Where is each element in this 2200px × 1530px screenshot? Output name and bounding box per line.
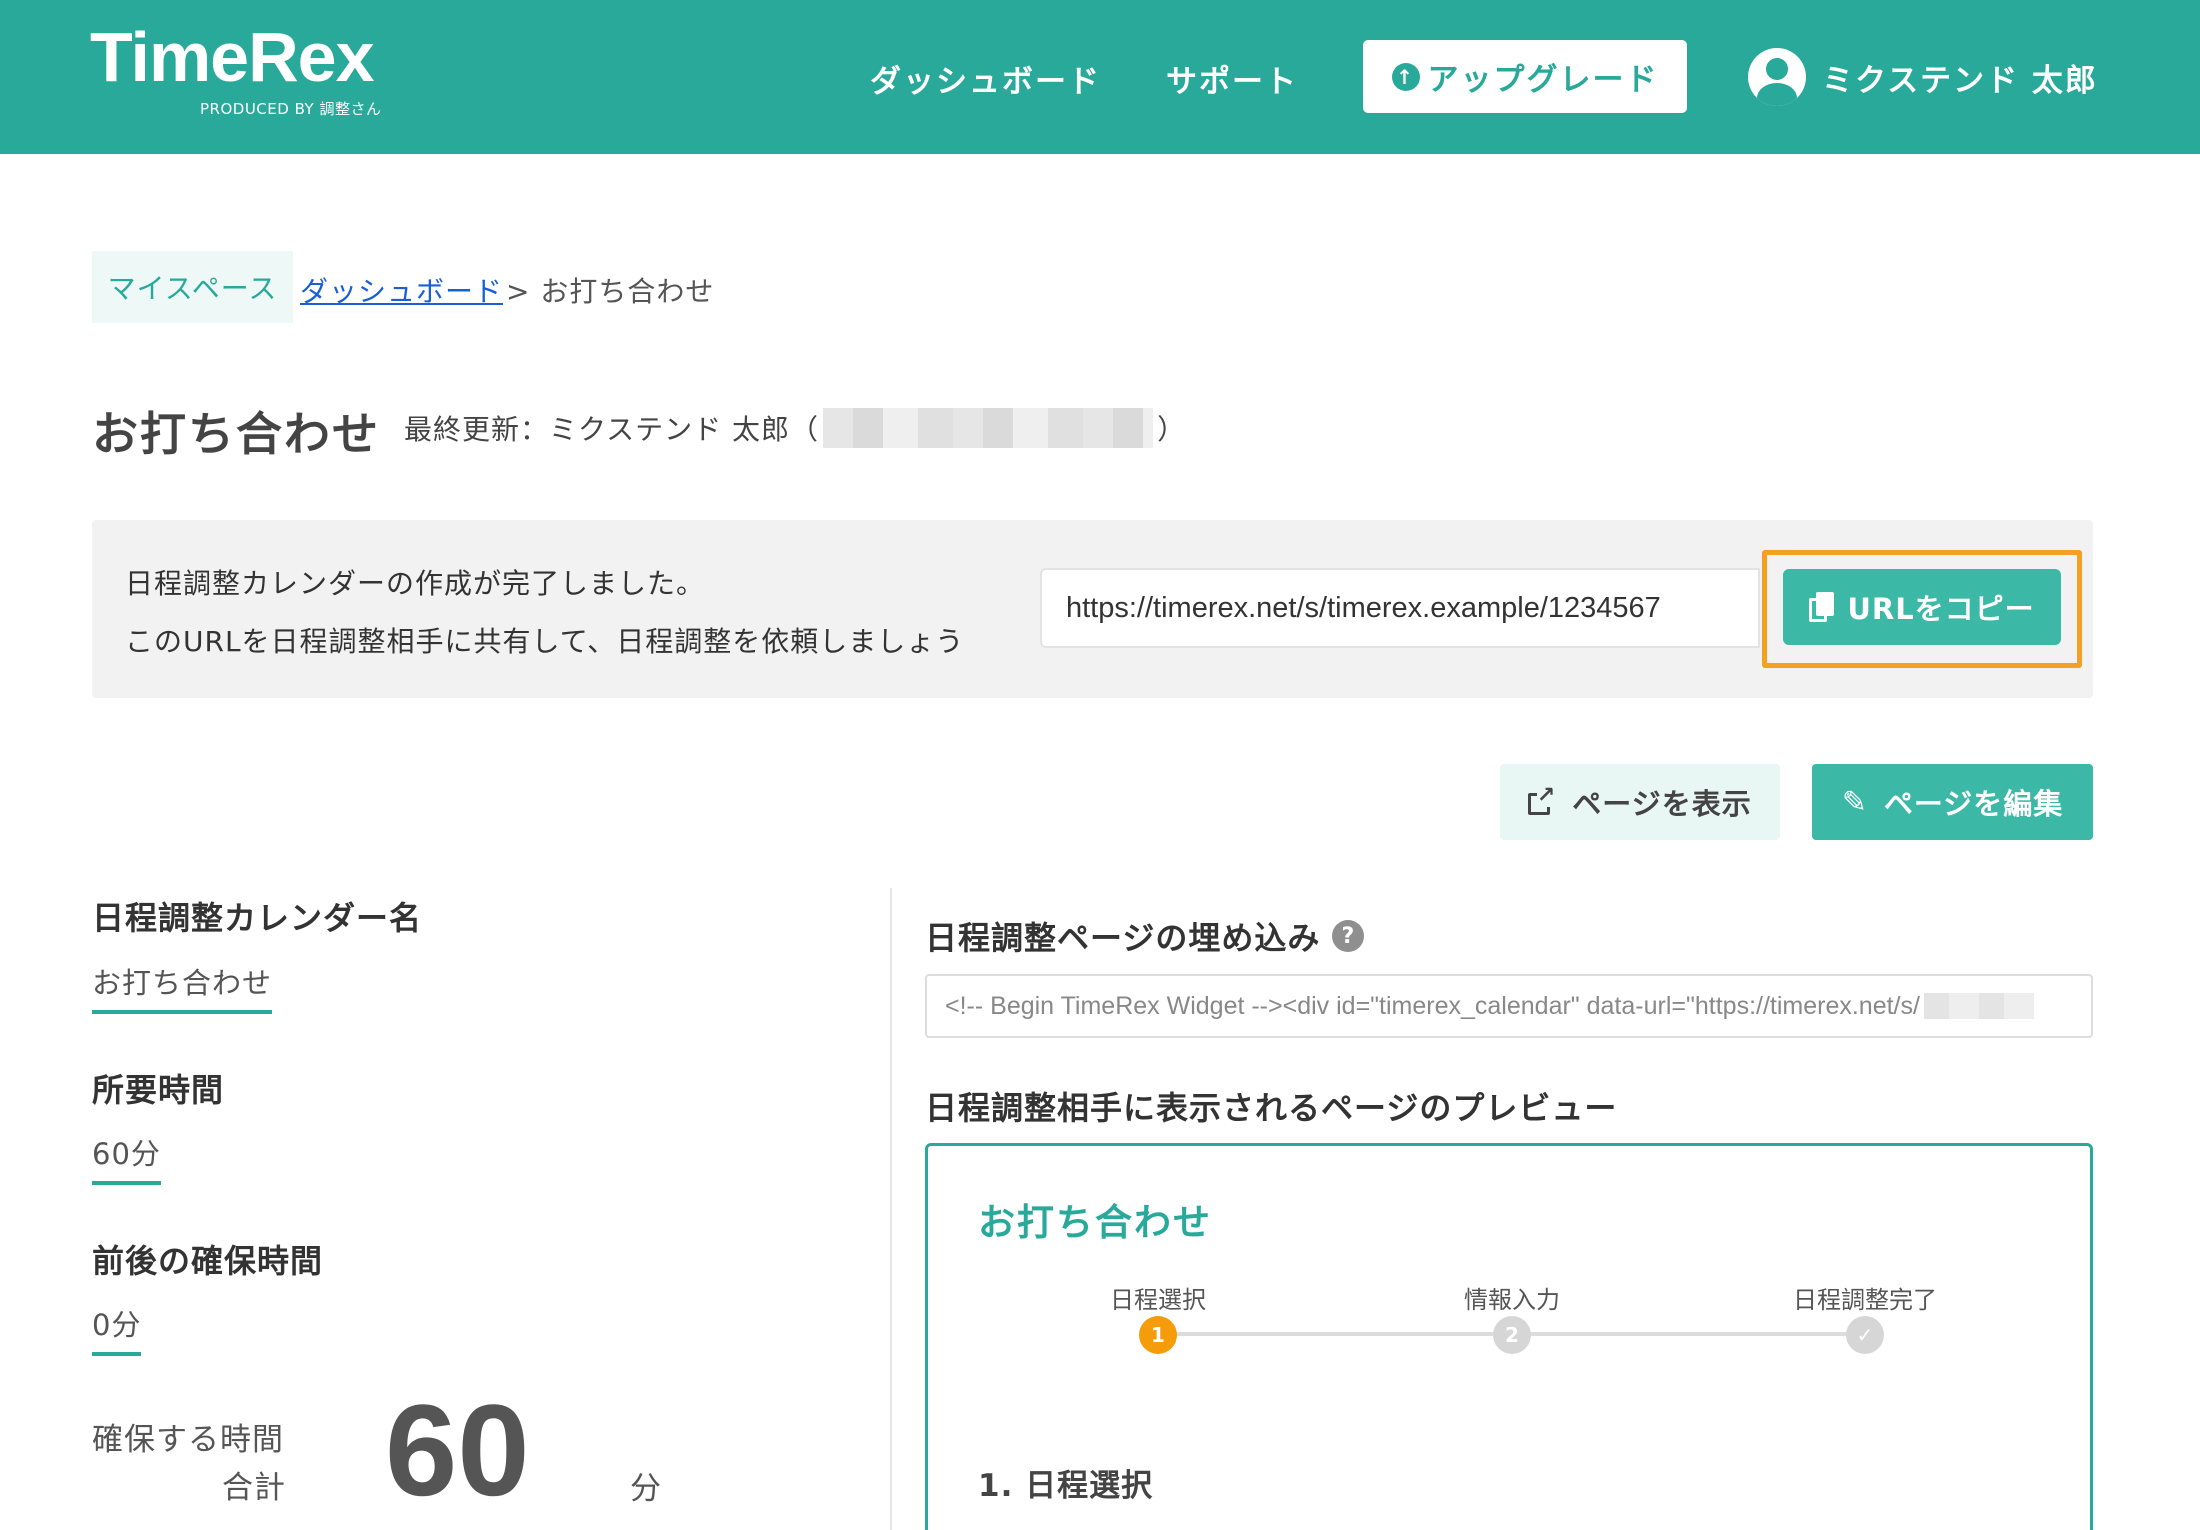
duration-value: 60分 <box>92 1131 161 1185</box>
notice-line-2: このURLを日程調整相手に共有して、日程調整を依頼しましょう <box>125 625 965 658</box>
embed-code-field[interactable]: <!-- Begin TimeRex Widget --><div id="ti… <box>925 974 2093 1038</box>
nav-support[interactable]: サポート <box>1166 56 1298 101</box>
preview-heading: 日程調整相手に表示されるページのプレビュー <box>925 1089 1618 1127</box>
user-name: ミクステンド 太郎 <box>1822 62 2098 99</box>
copy-url-label: URLをコピー <box>1847 592 2035 626</box>
embed-code-text: <!-- Begin TimeRex Widget --><div id="ti… <box>945 991 1920 1020</box>
calendar-name-label: 日程調整カレンダー名 <box>92 899 423 937</box>
user-menu[interactable]: ミクステンド 太郎 <box>1748 48 2098 106</box>
arrow-up-circle-icon: ↑ <box>1391 62 1420 91</box>
last-updated: 最終更新：ミクステンド 太郎（ ） <box>404 408 1186 448</box>
logo-text: TimeRex <box>90 18 375 96</box>
pencil-icon: ✎ <box>1841 784 1868 820</box>
buffer-label: 前後の確保時間 <box>92 1242 324 1280</box>
copy-button-highlight: URLをコピー <box>1762 550 2082 668</box>
duration-label: 所要時間 <box>92 1071 225 1109</box>
notice-line-1: 日程調整カレンダーの作成が完了しました。 <box>125 567 706 600</box>
redacted-timestamp <box>823 408 1154 448</box>
total-sum-label: 合計 <box>222 1470 286 1506</box>
redacted-embed-id <box>1923 993 2034 1019</box>
last-updated-suffix: ） <box>1157 413 1187 446</box>
page-title: お打ち合わせ <box>92 407 380 461</box>
copy-url-button[interactable]: URLをコピー <box>1783 569 2061 645</box>
step-label-2: 情報入力 <box>1464 1286 1560 1314</box>
help-icon[interactable]: ? <box>1332 920 1365 952</box>
step-marker-1: 1 <box>1139 1316 1177 1354</box>
top-header: TimeRex PRODUCED BY 調整さん ダッシュボード サポート ↑ … <box>0 0 2200 154</box>
upgrade-label: アップグレード <box>1427 62 1659 98</box>
view-page-button[interactable]: ↗ ページを表示 <box>1500 764 1780 840</box>
step-label-1: 日程選択 <box>1110 1286 1206 1314</box>
preview-title: お打ち合わせ <box>978 1201 1212 1244</box>
logo-subtitle: PRODUCED BY 調整さん <box>200 100 382 118</box>
preview-panel: お打ち合わせ 日程選択 情報入力 日程調整完了 1 2 ✓ 1. 日程選択 <box>925 1143 2093 1530</box>
nav-dashboard[interactable]: ダッシュボード <box>870 56 1101 101</box>
external-link-icon: ↗ <box>1528 785 1557 815</box>
step-marker-2: 2 <box>1493 1316 1531 1354</box>
breadcrumb-current: > お打ち合わせ <box>506 275 715 308</box>
buffer-value: 0分 <box>92 1302 142 1356</box>
total-time-label: 確保する時間 <box>92 1422 284 1458</box>
breadcrumb-dashboard-link[interactable]: ダッシュボード <box>300 270 503 310</box>
edit-page-label: ページを編集 <box>1883 787 2064 821</box>
share-url-panel: 日程調整カレンダーの作成が完了しました。 このURLを日程調整相手に共有して、日… <box>92 520 2093 698</box>
step-label-3: 日程調整完了 <box>1793 1286 1937 1314</box>
upgrade-button[interactable]: ↑ アップグレード <box>1363 40 1687 113</box>
avatar-icon <box>1748 48 1806 106</box>
total-time-unit: 分 <box>630 1471 661 1507</box>
column-divider <box>890 888 892 1530</box>
breadcrumb-myspace[interactable]: マイスペース <box>92 251 293 323</box>
total-time-value: 60 <box>385 1377 530 1523</box>
view-page-label: ページを表示 <box>1572 787 1752 821</box>
calendar-name-value: お打ち合わせ <box>92 960 273 1014</box>
embed-title-text: 日程調整ページの埋め込み <box>925 919 1321 957</box>
step-check-icon: ✓ <box>1846 1316 1884 1354</box>
preview-section-title: 1. 日程選択 <box>978 1468 1154 1504</box>
edit-page-button[interactable]: ✎ ページを編集 <box>1812 764 2093 840</box>
timerex-logo[interactable]: TimeRex PRODUCED BY 調整さん <box>90 18 381 118</box>
share-url-field[interactable]: https://timerex.net/s/timerex.example/12… <box>1040 568 1760 648</box>
embed-section-title: 日程調整ページの埋め込み ? <box>925 913 1365 959</box>
copy-icon <box>1809 592 1835 622</box>
last-updated-prefix: 最終更新：ミクステンド 太郎（ <box>404 413 820 446</box>
